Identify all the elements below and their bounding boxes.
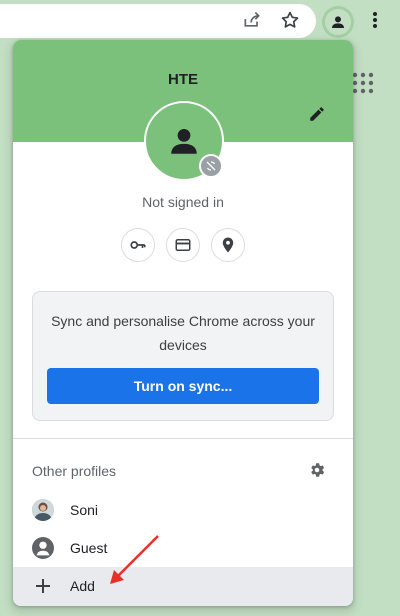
other-profiles-title: Other profiles <box>32 463 117 479</box>
profile-item-guest[interactable]: Guest <box>13 529 353 567</box>
passwords-key-icon[interactable] <box>121 228 155 262</box>
browser-toolbar <box>0 0 400 42</box>
profile-item-label: Add <box>70 578 95 594</box>
profile-avatar-icon[interactable] <box>322 6 354 38</box>
guest-icon <box>32 537 54 559</box>
share-icon[interactable] <box>241 9 263 31</box>
profile-menu-popup: HTE Not signed in Sync and personalise C… <box>13 40 353 606</box>
star-icon[interactable] <box>279 9 301 31</box>
signin-status: Not signed in <box>142 194 224 210</box>
edit-pencil-icon[interactable] <box>306 103 328 125</box>
add-icon <box>32 575 54 597</box>
profile-name: HTE <box>168 71 198 88</box>
soni-avatar <box>32 499 54 521</box>
annotation-arrow-icon <box>110 535 159 584</box>
sync-promo-text: Sync and personalise Chrome across your … <box>51 313 315 353</box>
add-profile-button[interactable]: Add <box>13 567 353 606</box>
profile-item-label: Soni <box>70 502 99 518</box>
gear-icon[interactable] <box>306 459 328 481</box>
profile-item-soni[interactable]: Soni <box>13 491 353 529</box>
sync-promo-card: Sync and personalise Chrome across your … <box>32 291 334 421</box>
addresses-pin-icon[interactable] <box>211 228 245 262</box>
apps-grid-icon[interactable] <box>352 72 374 94</box>
more-vert-icon[interactable] <box>364 9 386 31</box>
address-bar[interactable] <box>0 4 316 38</box>
divider <box>13 438 353 439</box>
payment-card-icon[interactable] <box>166 228 200 262</box>
turn-on-sync-button[interactable]: Turn on sync... <box>47 368 319 404</box>
sync-off-icon <box>199 154 223 178</box>
